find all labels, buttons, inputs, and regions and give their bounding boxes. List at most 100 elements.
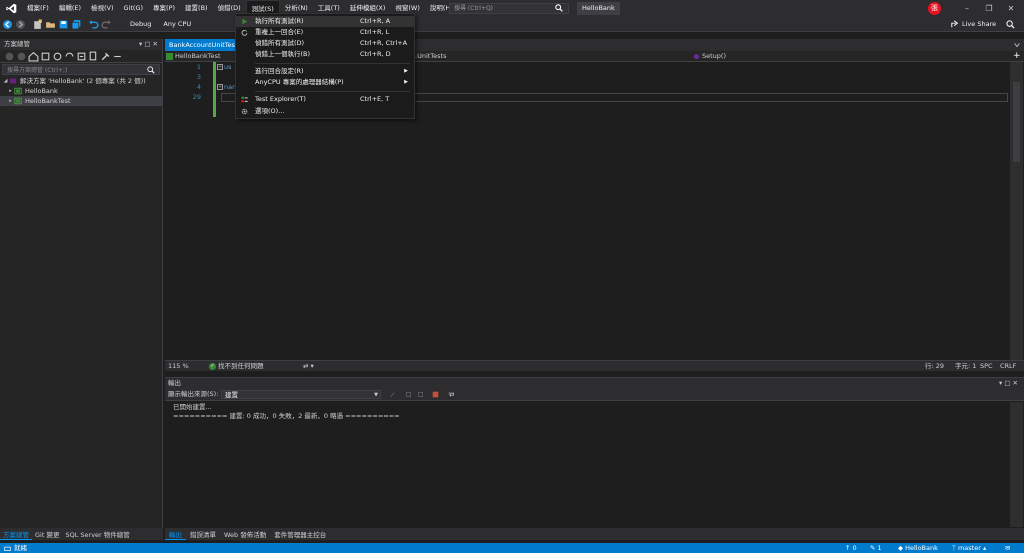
status-branch[interactable]: ᛉ master ▴ — [952, 543, 986, 553]
line-ending-indicator[interactable]: CRLF — [1000, 361, 1016, 372]
menu-item-repeat-last-run[interactable]: 重複上一回合(E) Ctrl+R, L — [236, 27, 414, 38]
zoom-level-select[interactable]: 115 % — [168, 361, 189, 372]
code-line-using[interactable]: + us — [217, 63, 232, 71]
member-nav-select[interactable]: Setup() — [692, 51, 726, 62]
tree-item-label: HelloBank — [25, 87, 58, 95]
menu-item-configure-run-settings[interactable]: 進行回合設定(R) ▶ — [236, 66, 414, 77]
csharp-project-icon — [14, 87, 22, 95]
preview-icon[interactable] — [112, 51, 123, 62]
tree-item-hellobank[interactable]: ▸ HelloBank — [0, 86, 162, 96]
tab-web-publish[interactable]: Web 發佈活動 — [220, 529, 270, 539]
switch-views-icon[interactable] — [40, 51, 51, 62]
tab-error-list[interactable]: 錯誤清單 — [186, 529, 220, 539]
menu-edit[interactable]: 編輯(E) — [54, 0, 86, 17]
gear-icon — [241, 108, 248, 115]
tab-git-changes[interactable]: Git 變更 — [32, 529, 62, 539]
menu-git[interactable]: Git(G) — [119, 0, 149, 17]
avatar[interactable]: 張 — [928, 2, 941, 15]
visual-studio-logo-icon — [0, 0, 22, 17]
menu-item-debug-last-run[interactable]: 偵錯上一個執行(B) Ctrl+R, D — [236, 49, 414, 60]
editor-vertical-scrollbar[interactable] — [1010, 62, 1023, 360]
panel-controls[interactable]: ▾ □ ✕ — [999, 378, 1018, 388]
tree-item-hellobanktest[interactable]: ▸ HelloBankTest — [0, 96, 162, 106]
search-icon[interactable] — [147, 66, 155, 74]
tab-solution-explorer[interactable]: 方案總管 — [0, 529, 32, 540]
minimize-icon[interactable]: – — [956, 0, 978, 17]
feedback-icon[interactable] — [1006, 20, 1015, 29]
solution-explorer-panel: 方案總管 ▾ □ ✕ 搜尋方案總管 (Ctrl+;) ◢ 解決方案 'Hello… — [0, 39, 163, 528]
global-search-input[interactable]: 搜尋 (Ctrl+Q) — [449, 3, 569, 14]
play-icon — [242, 18, 248, 25]
redo-icon[interactable] — [101, 19, 112, 30]
tab-sql-server-explorer[interactable]: SQL Server 物件總管 — [62, 529, 132, 539]
properties-icon[interactable] — [100, 51, 111, 62]
change-margin-indicator — [213, 62, 216, 117]
issues-indicator[interactable]: ✓ 找不到任何問題 — [209, 361, 264, 372]
whitespace-indicator[interactable]: SPC — [980, 361, 993, 372]
menu-item-test-explorer[interactable]: Test Explorer(T) Ctrl+E, T — [236, 94, 414, 105]
forward-icon[interactable] — [15, 19, 26, 30]
menu-view[interactable]: 檢視(V) — [86, 0, 119, 17]
output-source-select[interactable]: 建置 ▼ — [221, 390, 381, 399]
prev-message-icon[interactable] — [405, 391, 412, 398]
expand-arrow-icon[interactable]: ◢ — [2, 76, 9, 86]
configuration-select[interactable]: Debug — [126, 19, 155, 30]
live-share-label: Live Share — [962, 20, 997, 28]
status-unpushed[interactable]: ↑ 0 — [845, 543, 857, 553]
project-nav-label: HelloBankTest — [175, 52, 221, 60]
scroll-thumb[interactable] — [1013, 82, 1020, 162]
output-line: ========== 建置: 0 成功，0 失敗，2 最新，0 略過 =====… — [173, 412, 400, 420]
overflow-dropdown-icon[interactable] — [1013, 41, 1021, 49]
forward-icon[interactable] — [16, 51, 27, 62]
output-text[interactable]: 已開始建置... ========== 建置: 0 成功，0 失敗，2 最新，0 … — [165, 401, 1024, 423]
char-indicator: 字元: 1 — [955, 362, 977, 370]
live-share-button[interactable]: Live Share — [951, 19, 996, 30]
undo-icon[interactable] — [88, 19, 99, 30]
new-project-icon[interactable] — [32, 19, 43, 30]
menu-item-run-all-tests[interactable]: 執行所有測試(R) Ctrl+R, A — [236, 16, 414, 27]
status-repo[interactable]: ◆ HelloBank — [898, 543, 938, 553]
live-share-icon — [951, 20, 959, 28]
back-icon[interactable] — [4, 51, 15, 62]
back-icon[interactable] — [2, 19, 13, 30]
next-message-icon[interactable] — [417, 391, 424, 398]
open-folder-icon[interactable] — [45, 19, 56, 30]
find-message-icon[interactable] — [389, 391, 396, 398]
clear-all-icon[interactable] — [432, 391, 439, 398]
solution-explorer-search-input[interactable]: 搜尋方案總管 (Ctrl+;) — [2, 64, 160, 75]
search-icon[interactable] — [555, 4, 563, 12]
fold-toggle-icon[interactable]: + — [217, 84, 223, 90]
tab-package-manager-console[interactable]: 套件管理器主控台 — [270, 529, 330, 539]
menu-separator — [255, 63, 410, 64]
menu-project[interactable]: 專案(P) — [148, 0, 180, 17]
restore-icon[interactable]: ❐ — [978, 0, 1000, 17]
save-icon[interactable] — [58, 19, 69, 30]
split-editor-icon[interactable]: + — [1013, 51, 1022, 62]
tab-output[interactable]: 輸出 — [165, 529, 186, 540]
collapse-all-icon[interactable] — [76, 51, 87, 62]
git-arrow-icon[interactable]: ⇄ ▾ — [303, 361, 314, 372]
sync-icon[interactable] — [64, 51, 75, 62]
member-nav-label: Setup() — [702, 52, 726, 60]
expand-arrow-icon[interactable]: ▸ — [7, 86, 14, 96]
tree-item-solution[interactable]: ◢ 解決方案 'HelloBank' (2 個專案 (共 2 個)) — [0, 76, 162, 86]
menu-file[interactable]: 檔案(F) — [22, 0, 54, 17]
platform-select[interactable]: Any CPU — [159, 19, 195, 30]
project-nav-select[interactable]: HelloBankTest — [165, 51, 221, 62]
close-icon[interactable]: ✕ — [1000, 0, 1022, 17]
home-icon[interactable] — [28, 51, 39, 62]
pending-changes-icon[interactable] — [52, 51, 63, 62]
notification-bell-icon[interactable]: ✉ — [1005, 543, 1010, 553]
menu-item-debug-all-tests[interactable]: 偵錯所有測試(D) Ctrl+R, Ctrl+A — [236, 38, 414, 49]
fold-toggle-icon[interactable]: + — [217, 64, 223, 70]
save-all-icon[interactable] — [71, 19, 82, 30]
status-changes[interactable]: ✎ 1 — [870, 543, 882, 553]
output-vertical-scrollbar[interactable] — [1010, 402, 1023, 527]
menu-item-processor-architecture[interactable]: AnyCPU 專案的處理器結構(P) ▶ — [236, 77, 414, 88]
panel-controls[interactable]: ▾ □ ✕ — [139, 39, 158, 50]
menu-build[interactable]: 建置(B) — [180, 0, 213, 17]
menu-item-options[interactable]: 選項(O)... — [236, 106, 414, 117]
show-all-files-icon[interactable] — [88, 51, 99, 62]
word-wrap-icon[interactable] — [448, 391, 455, 398]
expand-arrow-icon[interactable]: ▸ — [7, 96, 14, 106]
